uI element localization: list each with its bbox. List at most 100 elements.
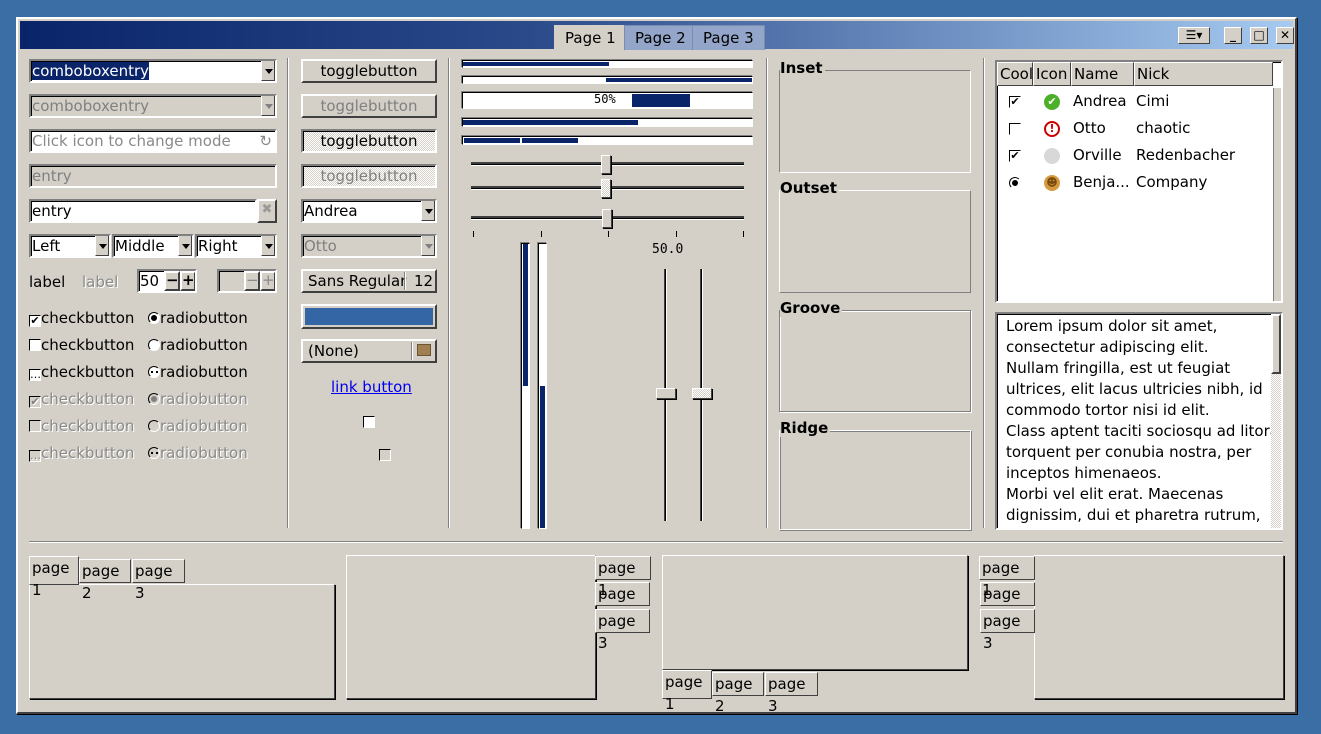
notebook-tab-3[interactable]: page 3 bbox=[595, 609, 650, 652]
icon-entry[interactable]: Click icon to change mode ↻ bbox=[29, 129, 277, 153]
tree-cell-nick: Redenbacher bbox=[1136, 146, 1236, 164]
radiobutton-label: radiobutton bbox=[160, 390, 248, 408]
minus-icon: − bbox=[246, 271, 259, 289]
column-header-icon[interactable]: Icon bbox=[1033, 62, 1071, 86]
radiobutton[interactable]: radiobutton bbox=[148, 335, 248, 355]
file-chooser-button[interactable]: (None) bbox=[301, 339, 437, 363]
radiobutton[interactable]: radiobutton bbox=[148, 362, 248, 382]
radiobutton[interactable]: radiobutton bbox=[148, 308, 248, 328]
checkbox-icon[interactable] bbox=[1009, 123, 1021, 135]
checkbox-checked-icon[interactable]: ✔ bbox=[1009, 96, 1021, 108]
checkbutton[interactable]: …checkbutton bbox=[29, 362, 134, 382]
progress-block bbox=[522, 138, 578, 143]
frame-label: Ridge bbox=[780, 419, 831, 437]
radiobutton: radiobutton bbox=[148, 443, 248, 463]
progress-text: 50% bbox=[594, 92, 616, 106]
combo-right[interactable]: Right bbox=[195, 234, 277, 258]
notebook-tab-1[interactable]: page 1 bbox=[662, 670, 712, 713]
folder-icon bbox=[417, 344, 431, 356]
maximize-button[interactable]: □ bbox=[1250, 27, 1268, 44]
color-button[interactable] bbox=[301, 304, 437, 329]
minimize-button[interactable]: _ bbox=[1224, 27, 1242, 44]
text-view[interactable]: Lorem ipsum dolor sit amet, consectetur a… bbox=[995, 312, 1283, 530]
progress-bar bbox=[462, 118, 753, 127]
refresh-icon[interactable]: ↻ bbox=[259, 131, 272, 151]
notebook-tab-1[interactable]: page 1 bbox=[595, 556, 651, 599]
spin-value[interactable]: 50 bbox=[140, 272, 159, 290]
vscale-thumb[interactable] bbox=[656, 388, 676, 399]
combo-middle[interactable]: Middle bbox=[112, 234, 194, 258]
column-header-nick[interactable]: Nick bbox=[1134, 62, 1273, 86]
checkbutton-label: checkbutton bbox=[41, 309, 135, 327]
dropdown-arrow-icon[interactable] bbox=[95, 236, 109, 256]
notebook-tab-2[interactable]: page 2 bbox=[79, 559, 131, 602]
toggle-button-disabled: togglebutton bbox=[301, 94, 437, 118]
tree-row[interactable]: ✔ ✔ Andrea Cimi bbox=[997, 88, 1273, 115]
combo-andrea[interactable]: Andrea bbox=[301, 199, 437, 223]
combo-left[interactable]: Left bbox=[29, 234, 111, 258]
progress-fill bbox=[463, 120, 638, 125]
text-line: Morbi vel elit erat. Maecenas bbox=[1006, 485, 1224, 503]
clear-icon[interactable]: ✖ bbox=[257, 199, 277, 223]
tab-page-1[interactable]: Page 1 bbox=[554, 25, 627, 51]
tree-view[interactable]: Cool Icon Name Nick ✔ ✔ Andrea Cimi! Otto cha… bbox=[995, 60, 1283, 303]
tree-cell-name: Benja... bbox=[1073, 173, 1130, 191]
tree-row[interactable]: ! Otto chaotic bbox=[997, 115, 1273, 142]
notebook-tab-1[interactable]: page 1 bbox=[979, 556, 1035, 599]
notebook-tab-1[interactable]: page 1 bbox=[29, 556, 79, 599]
combobox-entry-disabled: comboboxentry bbox=[29, 94, 277, 118]
notebook-right-body bbox=[346, 555, 596, 699]
entry-text[interactable]: entry bbox=[32, 202, 72, 220]
checkbutton: checkbutton bbox=[29, 416, 134, 436]
radio-checked-icon bbox=[148, 393, 160, 405]
spin-button[interactable]: 50 − + bbox=[137, 269, 197, 293]
notebook-tab-3[interactable]: page 3 bbox=[765, 672, 818, 715]
close-button[interactable]: ✕ bbox=[1276, 27, 1294, 44]
toggle-button[interactable]: togglebutton bbox=[301, 59, 437, 83]
entry-with-clear[interactable]: entry bbox=[29, 199, 257, 223]
tab-page-2[interactable]: Page 2 bbox=[624, 25, 697, 50]
radio-checked-icon[interactable] bbox=[1009, 177, 1021, 189]
progress-bar bbox=[462, 60, 753, 68]
dropdown-arrow-icon[interactable] bbox=[261, 61, 275, 81]
decrement-button[interactable]: − bbox=[164, 271, 180, 291]
hscale-thumb[interactable] bbox=[601, 155, 611, 174]
window-menu-button[interactable]: ☰▾ bbox=[1178, 27, 1210, 44]
link-button[interactable]: link button bbox=[331, 378, 412, 396]
frame-outset: Outset bbox=[779, 179, 971, 293]
checkbox-unlabeled[interactable] bbox=[363, 416, 375, 428]
scrollbar-thumb[interactable] bbox=[1271, 314, 1281, 374]
column-header-cool[interactable]: Cool bbox=[997, 62, 1033, 86]
font-button[interactable]: Sans Regular 12 bbox=[301, 269, 437, 293]
notebook-tab-3[interactable]: page 3 bbox=[980, 609, 1035, 652]
increment-button[interactable]: + bbox=[180, 271, 195, 291]
checkbox-icon bbox=[29, 339, 41, 351]
combobox-entry-text[interactable]: comboboxentry bbox=[32, 62, 150, 80]
hscale-marks-thumb[interactable] bbox=[602, 209, 612, 228]
notebook-tab-2[interactable]: page 2 bbox=[712, 672, 764, 715]
tab-page-3[interactable]: Page 3 bbox=[692, 25, 765, 50]
combobox-entry[interactable]: comboboxentry bbox=[29, 59, 277, 83]
plus-icon: + bbox=[262, 271, 275, 289]
tree-cell-nick: Company bbox=[1136, 173, 1208, 191]
tree-row[interactable]: ☻ Benja... Company bbox=[997, 169, 1273, 196]
tree-scrollbar[interactable] bbox=[1273, 88, 1281, 301]
radio-icon bbox=[148, 420, 160, 432]
dropdown-arrow-icon[interactable] bbox=[261, 236, 275, 256]
notebook-tab-3[interactable]: page 3 bbox=[132, 559, 185, 602]
font-size: 12 bbox=[414, 272, 434, 290]
toggle-button-active[interactable]: togglebutton bbox=[301, 129, 437, 153]
combo-andrea-text: Andrea bbox=[304, 202, 358, 220]
text-scrollbar[interactable] bbox=[1271, 314, 1281, 528]
radio-inconsistent-icon bbox=[148, 366, 160, 378]
minus-icon: − bbox=[166, 271, 179, 289]
dropdown-arrow-icon[interactable] bbox=[421, 201, 435, 221]
checkbutton-label: checkbutton bbox=[41, 363, 135, 381]
dropdown-arrow-icon[interactable] bbox=[178, 236, 192, 256]
checkbutton[interactable]: ✔checkbutton bbox=[29, 308, 134, 328]
column-header-name[interactable]: Name bbox=[1071, 62, 1134, 86]
checkbox-checked-icon[interactable]: ✔ bbox=[1009, 150, 1021, 162]
tree-row[interactable]: ✔ Orville Redenbacher bbox=[997, 142, 1273, 169]
checkbutton[interactable]: checkbutton bbox=[29, 335, 134, 355]
title-bar[interactable]: Page 1 Page 2 Page 3 ☰▾ _ □ ✕ bbox=[20, 21, 1294, 51]
